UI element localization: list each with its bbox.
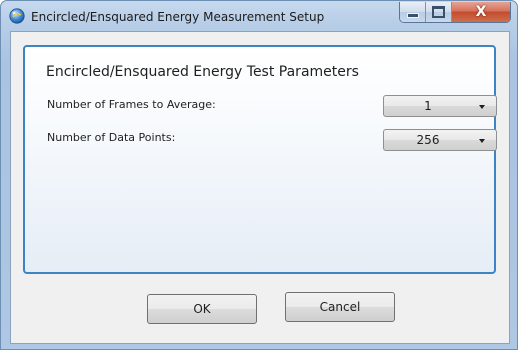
- chevron-down-icon: [479, 139, 485, 143]
- title-bar[interactable]: Encircled/Ensquared Energy Measurement S…: [1, 1, 517, 31]
- app-globe-icon[interactable]: [9, 8, 25, 24]
- data-points-dropdown[interactable]: 256: [383, 129, 497, 151]
- ok-button[interactable]: OK: [147, 294, 257, 324]
- window-title: Encircled/Ensquared Energy Measurement S…: [31, 10, 325, 24]
- cancel-button[interactable]: Cancel: [285, 292, 395, 322]
- data-points-label: Number of Data Points:: [47, 131, 176, 144]
- dialog-window: Encircled/Ensquared Energy Measurement S…: [0, 0, 518, 350]
- minimize-button[interactable]: [400, 2, 426, 22]
- close-button[interactable]: X: [452, 2, 510, 22]
- dialog-client-area: Encircled/Ensquared Energy Test Paramete…: [10, 31, 510, 344]
- close-icon: X: [475, 4, 487, 20]
- frames-to-average-dropdown[interactable]: 1: [383, 95, 497, 117]
- caption-buttons: X: [399, 2, 511, 23]
- frames-to-average-value: 1: [424, 99, 432, 113]
- maximize-icon: [432, 6, 445, 18]
- test-parameters-group: Encircled/Ensquared Energy Test Paramete…: [23, 45, 497, 274]
- minimize-icon: [406, 12, 419, 18]
- group-title: Encircled/Ensquared Energy Test Paramete…: [46, 64, 359, 80]
- frames-to-average-label: Number of Frames to Average:: [47, 98, 216, 111]
- data-points-value: 256: [416, 133, 440, 147]
- maximize-button[interactable]: [426, 2, 452, 22]
- chevron-down-icon: [479, 105, 485, 109]
